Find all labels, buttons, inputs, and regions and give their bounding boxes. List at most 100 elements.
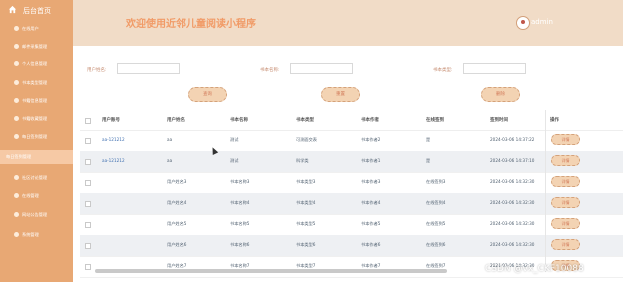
row-checkbox[interactable]	[85, 264, 91, 270]
sidebar-item-books[interactable]: 书籍信息管理	[0, 94, 73, 108]
cell-user-name: 用户姓名5	[167, 221, 187, 226]
row-checkbox[interactable]	[85, 180, 91, 186]
table-row[interactable]: 用户姓名6 书本名称6 书本类型6 书本作者6 在线签到6 2024-03-06…	[80, 235, 623, 257]
row-checkbox[interactable]	[85, 138, 91, 144]
table-row[interactable]: 用户姓名3 书本名称3 书本类型3 书本作者3 在线签到3 2024-03-06…	[80, 172, 623, 194]
cell-book-author: 书本作者5	[361, 221, 381, 226]
select-all-checkbox[interactable]	[85, 118, 91, 124]
sidebar-item-system[interactable]: 系统管理	[0, 228, 73, 242]
table-row[interactable]: aa-121212 aa 测试 科学类 书本作者1 是 2024-03-06 1…	[80, 151, 623, 173]
cell-user-name: aa	[167, 137, 173, 142]
detail-button[interactable]: 详情	[551, 218, 580, 229]
data-table: 用户账号 用户姓名 书本名称 书本类型 书本作者 在线签到 签到时间 操作 aa…	[80, 110, 623, 282]
cell-book-name: 书本名称4	[230, 200, 250, 205]
horizontal-scrollbar[interactable]	[95, 269, 447, 273]
cell-checkin-time: 2024-03-06 14:32:30	[490, 179, 535, 184]
search-label-book-name: 书本名称:	[260, 68, 280, 73]
cell-book-type: 可测面交表	[296, 137, 317, 142]
cell-checkin-time: 2024-03-06 14:37:22	[490, 137, 535, 142]
sidebar-item-book-types[interactable]: 书本类型管理	[0, 76, 73, 90]
cell-user-name: 用户姓名4	[167, 200, 187, 205]
sidebar-item-online[interactable]: 在线管理	[0, 189, 73, 203]
cell-book-name: 书本名称3	[230, 179, 250, 184]
sidebar-item-mail[interactable]: 邮件采集管理	[0, 40, 73, 54]
sidebar-item-announcements[interactable]: 网站公告管理	[0, 208, 73, 222]
detail-button[interactable]: 详情	[551, 134, 580, 145]
query-button[interactable]: 查询	[188, 87, 227, 102]
col-account: 用户账号	[102, 118, 120, 123]
cell-account: aa-121212	[102, 137, 125, 142]
cell-checkin: 在线签到5	[426, 221, 446, 226]
cell-account: aa-121212	[102, 158, 125, 163]
detail-button[interactable]: 详情	[551, 239, 580, 250]
avatar[interactable]	[516, 16, 530, 30]
col-checkin: 在线签到	[426, 118, 444, 123]
cell-checkin: 是	[426, 137, 431, 142]
cell-checkin-time: 2024-03-06 14:32:30	[490, 242, 535, 247]
cell-book-type: 书本类型3	[296, 179, 316, 184]
search-input-book-name[interactable]	[290, 63, 353, 74]
profile-icon	[14, 61, 19, 66]
watermark: CSDN @vx_CKF10088	[485, 264, 584, 274]
star-icon	[14, 116, 19, 121]
megaphone-icon	[14, 212, 19, 217]
cell-checkin: 在线签到6	[426, 242, 446, 247]
cell-book-author: 书本作者1	[361, 158, 381, 163]
row-checkbox[interactable]	[85, 243, 91, 249]
table-row[interactable]: 用户姓名4 书本名称4 书本类型4 书本作者4 在线签到4 2024-03-06…	[80, 193, 623, 215]
cell-book-type: 书本类型4	[296, 200, 316, 205]
cell-user-name: aa	[167, 158, 173, 163]
sidebar-item-community[interactable]: 社区讨论管理	[0, 171, 73, 185]
row-checkbox[interactable]	[85, 222, 91, 228]
cell-book-author: 书本作者2	[361, 137, 381, 142]
sidebar-item-checkin-active[interactable]: 每日签到管理	[0, 150, 73, 164]
cell-book-type: 科学类	[296, 158, 309, 163]
chat-icon	[14, 175, 19, 180]
table-row[interactable]: 用户姓名5 书本名称5 书本类型5 书本作者5 在线签到5 2024-03-06…	[80, 214, 623, 236]
cell-book-type: 书本类型6	[296, 242, 316, 247]
col-book-author: 书本作者	[361, 118, 379, 123]
search-label-user-name: 用户姓名:	[87, 68, 107, 73]
cell-checkin-time: 2024-03-06 14:37:10	[490, 158, 535, 163]
home-icon	[8, 5, 17, 14]
col-book-type: 书本类型	[296, 118, 314, 123]
book-type-icon	[14, 80, 19, 85]
cell-book-author: 书本作者3	[361, 179, 381, 184]
actions-divider	[545, 110, 546, 272]
sidebar: 后台首页 在线用户 邮件采集管理 个人信息管理 书本类型管理 书籍信息管理 书籍…	[0, 0, 73, 282]
brand-label: 后台首页	[23, 7, 51, 15]
cell-book-name: 测试	[230, 137, 239, 142]
cell-book-name: 书本名称5	[230, 221, 250, 226]
gear-icon	[14, 232, 19, 237]
mail-icon	[14, 44, 19, 49]
cell-checkin-time: 2024-03-06 14:32:30	[490, 221, 535, 226]
detail-button[interactable]: 详情	[551, 197, 580, 208]
row-checkbox[interactable]	[85, 201, 91, 207]
col-checkin-time: 签到时间	[490, 118, 508, 123]
detail-button[interactable]: 详情	[551, 155, 580, 166]
sidebar-item-profile[interactable]: 个人信息管理	[0, 57, 73, 71]
delete-button[interactable]: 删除	[481, 87, 520, 102]
sidebar-item-favorites[interactable]: 书籍收藏管理	[0, 112, 73, 126]
cell-book-author: 书本作者6	[361, 242, 381, 247]
table-row[interactable]: aa-121212 aa 测试 可测面交表 书本作者2 是 2024-03-06…	[80, 130, 623, 152]
col-user-name: 用户姓名	[167, 118, 185, 123]
sidebar-item-online-users[interactable]: 在线用户	[0, 22, 73, 36]
cell-book-name: 测试	[230, 158, 239, 163]
search-input-book-type[interactable]	[463, 63, 526, 74]
cell-book-author: 书本作者4	[361, 200, 381, 205]
cell-checkin-time: 2024-03-06 14:32:30	[490, 200, 535, 205]
sidebar-brand[interactable]: 后台首页	[0, 2, 73, 18]
row-checkbox[interactable]	[85, 159, 91, 165]
username: admin	[531, 18, 553, 26]
search-input-user-name[interactable]	[117, 63, 180, 74]
detail-button[interactable]: 详情	[551, 176, 580, 187]
globe-icon	[14, 193, 19, 198]
cell-checkin: 在线签到4	[426, 200, 446, 205]
col-actions: 操作	[550, 118, 559, 123]
calendar-icon	[14, 134, 19, 139]
search-label-book-type: 书本类型:	[433, 68, 453, 73]
reset-button[interactable]: 重置	[321, 87, 360, 102]
sidebar-item-checkin[interactable]: 每日签到管理	[0, 130, 73, 144]
user-icon	[14, 26, 19, 31]
